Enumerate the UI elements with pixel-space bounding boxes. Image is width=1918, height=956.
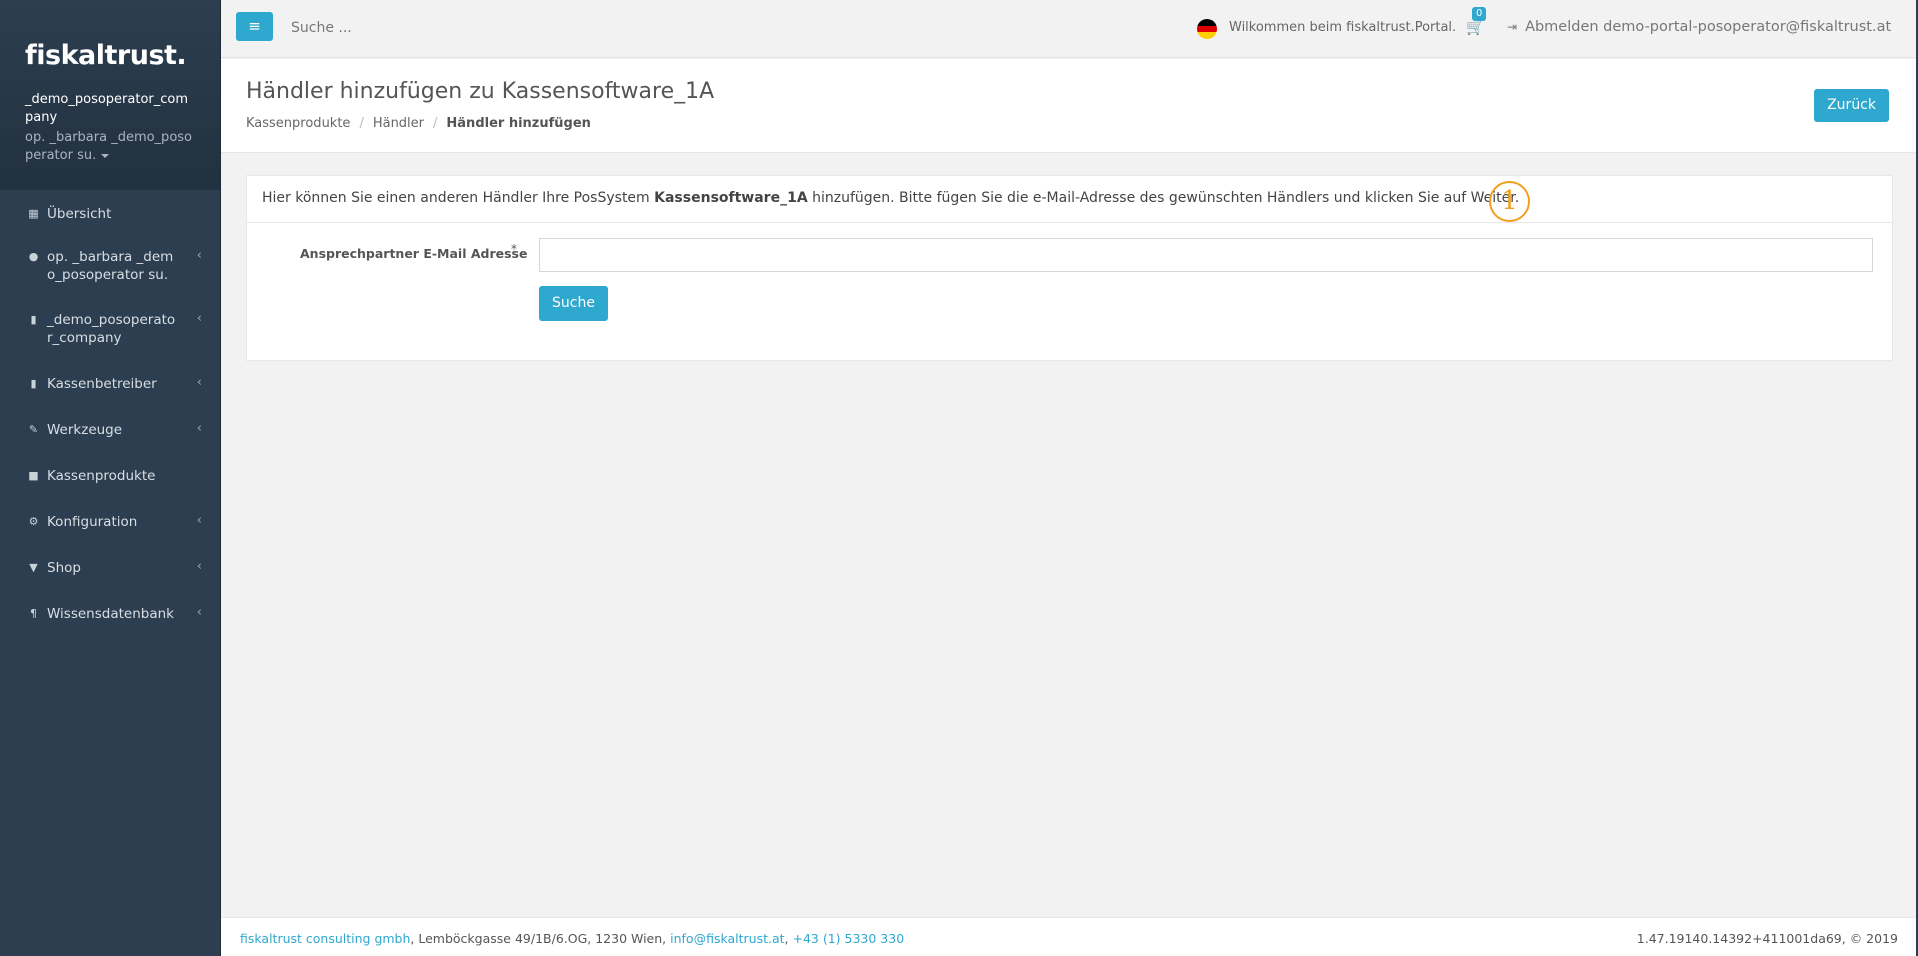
sidebar-item-werkzeuge[interactable]: ✎ Werkzeuge ‹ [0, 421, 220, 439]
sidebar-item-label: Kassenbetreiber [47, 376, 157, 392]
cart-count-badge: 0 [1472, 7, 1487, 21]
sidebar-item-konfiguration[interactable]: ⚙ Konfiguration ‹ [0, 513, 220, 531]
sidebar-item-label: Shop [47, 560, 81, 576]
logout-link[interactable]: ⇥ Abmelden demo-portal-posoperator@fiskal… [1507, 19, 1891, 35]
breadcrumb-separator: / [433, 116, 438, 131]
step-marker: 1 [1489, 181, 1530, 222]
back-button[interactable]: Zurück [1814, 89, 1889, 122]
cogs-icon: ⚙ [28, 515, 39, 528]
paragraph-icon: ¶ [30, 607, 37, 620]
breadcrumb: Kassenprodukte / Händler / Händler hinzufüge… [246, 116, 591, 131]
sign-out-icon: ⇥ [1507, 20, 1518, 34]
chevron-left-icon: ‹ [196, 513, 202, 528]
fiskaltrust-logo[interactable]: fiskaltrust. [25, 40, 220, 71]
footer: fiskaltrust consulting gmbh, Lemböckgass… [221, 917, 1918, 956]
chevron-left-icon: ‹ [196, 559, 202, 574]
page-header: Händler hinzufügen zu Kassensoftware_1A … [221, 59, 1918, 153]
sidebar-item-label: Übersicht [47, 206, 112, 222]
chevron-left-icon: ‹ [196, 605, 202, 620]
menu-toggle-button[interactable]: ≡ [236, 12, 273, 41]
page-title: Händler hinzufügen zu Kassensoftware_1A [246, 79, 715, 104]
logout-label: Abmelden demo-portal-posoperator@fiskalt… [1525, 19, 1892, 35]
welcome-text: Wilkommen beim fiskaltrust.Portal. [1229, 20, 1457, 35]
german-flag-icon[interactable] [1197, 19, 1217, 39]
sidebar-item-uebersicht[interactable]: ▦ Übersicht [0, 205, 220, 223]
sidebar-item-label: _demo_posoperator_company [47, 312, 176, 346]
hamburger-icon: ≡ [248, 17, 261, 35]
chevron-left-icon: ‹ [196, 248, 202, 263]
sidebar-item-label: Wissensdatenbank [47, 606, 174, 622]
intro-text-prefix: Hier können Sie einen anderen Händler Ih… [262, 190, 655, 206]
chevron-left-icon: ‹ [196, 375, 202, 390]
sidebar-item-wissensdatenbank[interactable]: ¶ Wissensdatenbank ‹ [0, 605, 220, 623]
panel-intro: Hier können Sie einen anderen Händler Ih… [247, 176, 1892, 223]
building-icon: ▮ [30, 313, 37, 326]
intro-text-suffix: hinzufügen. Bitte fügen Sie die e-Mail-A… [807, 190, 1520, 206]
chevron-left-icon: ‹ [196, 421, 202, 436]
email-link[interactable]: info@fiskaltrust.at [670, 931, 784, 946]
sidebar-item-label: Werkzeuge [47, 422, 123, 438]
sidebar-item-label: Konfiguration [47, 514, 138, 530]
topbar: ≡ Wilkommen beim fiskaltrust.Portal. 🛒 0… [221, 0, 1918, 58]
sidebar-brand: fiskaltrust. _demo_posoperator_company o… [0, 0, 220, 190]
sidebar-item-kassenprodukte[interactable]: ■ Kassenprodukte [0, 467, 220, 485]
breadcrumb-current: Händler hinzufügen [446, 116, 591, 131]
dashboard-icon: ▦ [28, 207, 39, 220]
user-icon: ● [28, 250, 39, 263]
sidebar-item-label: Kassenprodukte [47, 468, 156, 484]
intro-product-name: Kassensoftware_1A [654, 190, 808, 206]
sidebar-item-user[interactable]: ● op. _barbara _demo_posoperator su. ‹ [0, 248, 220, 284]
add-dealer-panel: Hier können Sie einen anderen Händler Ih… [246, 175, 1893, 361]
basket-icon: ▼ [29, 561, 38, 574]
user-menu-toggle[interactable]: op. _barbara _demo_posoperator su. [25, 129, 195, 165]
sidebar-item-kassenbetreiber[interactable]: ▮ Kassenbetreiber ‹ [0, 375, 220, 393]
briefcase-icon: ■ [28, 469, 39, 482]
phone-link[interactable]: +43 (1) 5330 330 [792, 931, 904, 946]
breadcrumb-kassenprodukte[interactable]: Kassenprodukte [246, 116, 350, 131]
sidebar-item-label: op. _barbara _demo_posoperator su. [47, 249, 174, 283]
required-mark: * [511, 242, 517, 256]
footer-contact: fiskaltrust consulting gmbh, Lemböckgass… [240, 931, 904, 946]
search-button[interactable]: Suche [539, 286, 608, 321]
sidebar: fiskaltrust. _demo_posoperator_company o… [0, 0, 221, 956]
sidebar-item-shop[interactable]: ▼ Shop ‹ [0, 559, 220, 577]
company-link[interactable]: fiskaltrust consulting gmbh [240, 931, 410, 946]
breadcrumb-haendler[interactable]: Händler [373, 116, 424, 131]
version-info: 1.47.19140.14392+411001da69, © 2019 [1636, 931, 1898, 946]
sidebar-item-company[interactable]: ▮ _demo_posoperator_company ‹ [0, 311, 220, 347]
user-name: op. _barbara _demo_posoperator su. [25, 130, 192, 163]
company-name: _demo_posoperator_company [25, 92, 189, 125]
footer-address: , Lemböckgasse 49/1B/6.OG, 1230 Wien, [410, 931, 671, 946]
search-input[interactable] [291, 16, 591, 40]
chevron-left-icon: ‹ [196, 311, 202, 326]
wrench-icon: ✎ [28, 423, 39, 436]
breadcrumb-separator: / [359, 116, 364, 131]
email-field[interactable] [539, 238, 1873, 272]
caret-down-icon [101, 153, 110, 158]
building-icon: ▮ [30, 377, 37, 390]
sidebar-nav: ▦ Übersicht ● op. _barbara _demo_posoper… [0, 205, 220, 623]
email-field-label: Ansprechpartner E-Mail Adresse [300, 246, 528, 261]
